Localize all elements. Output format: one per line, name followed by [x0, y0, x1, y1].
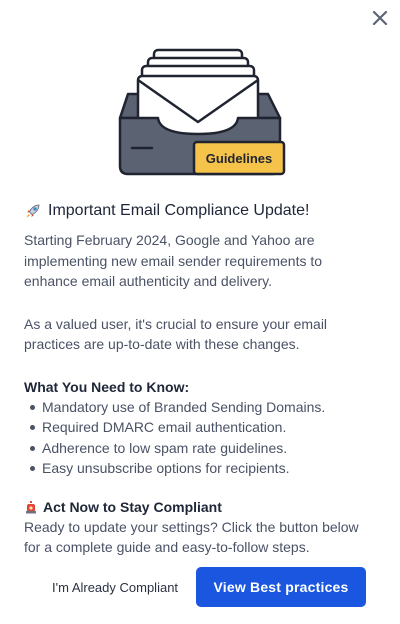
- act-paragraph: Ready to update your settings? Click the…: [24, 518, 359, 556]
- needs-list: Mandatory use of Branded Sending Domains…: [24, 397, 376, 479]
- alarm-icon: [26, 500, 36, 513]
- dialog-title: Important Email Compliance Update!: [24, 200, 376, 222]
- dialog-body: Important Email Compliance Update! Start…: [24, 200, 376, 558]
- inbox-tray-illustration: Guidelines: [118, 48, 286, 176]
- compliance-dialog: Guidelines Important Email Compliance Up…: [0, 0, 400, 624]
- already-compliant-button[interactable]: I'm Already Compliant: [24, 580, 178, 595]
- intro-paragraph: Starting February 2024, Google and Yahoo…: [24, 232, 323, 289]
- guidelines-badge-label: Guidelines: [206, 151, 272, 166]
- close-icon: [372, 10, 388, 26]
- act-heading: Act Now to Stay Compliant: [24, 497, 376, 517]
- list-item: Adherence to low spam rate guidelines.: [24, 438, 376, 459]
- needs-heading: What You Need to Know:: [24, 378, 190, 395]
- valued-user-paragraph: As a valued user, it's crucial to ensure…: [24, 315, 328, 353]
- close-button[interactable]: [368, 6, 392, 30]
- list-item: Easy unsubscribe options for recipients.: [24, 458, 376, 479]
- list-item: Required DMARC email authentication.: [24, 417, 376, 438]
- rocket-icon: [26, 204, 40, 218]
- act-heading-text: Act Now to Stay Compliant: [43, 498, 222, 515]
- view-best-practices-button[interactable]: View Best practices: [196, 567, 366, 607]
- dialog-title-text: Important Email Compliance Update!: [48, 202, 310, 219]
- list-item: Mandatory use of Branded Sending Domains…: [24, 397, 376, 418]
- dialog-footer: I'm Already Compliant View Best practice…: [24, 567, 366, 607]
